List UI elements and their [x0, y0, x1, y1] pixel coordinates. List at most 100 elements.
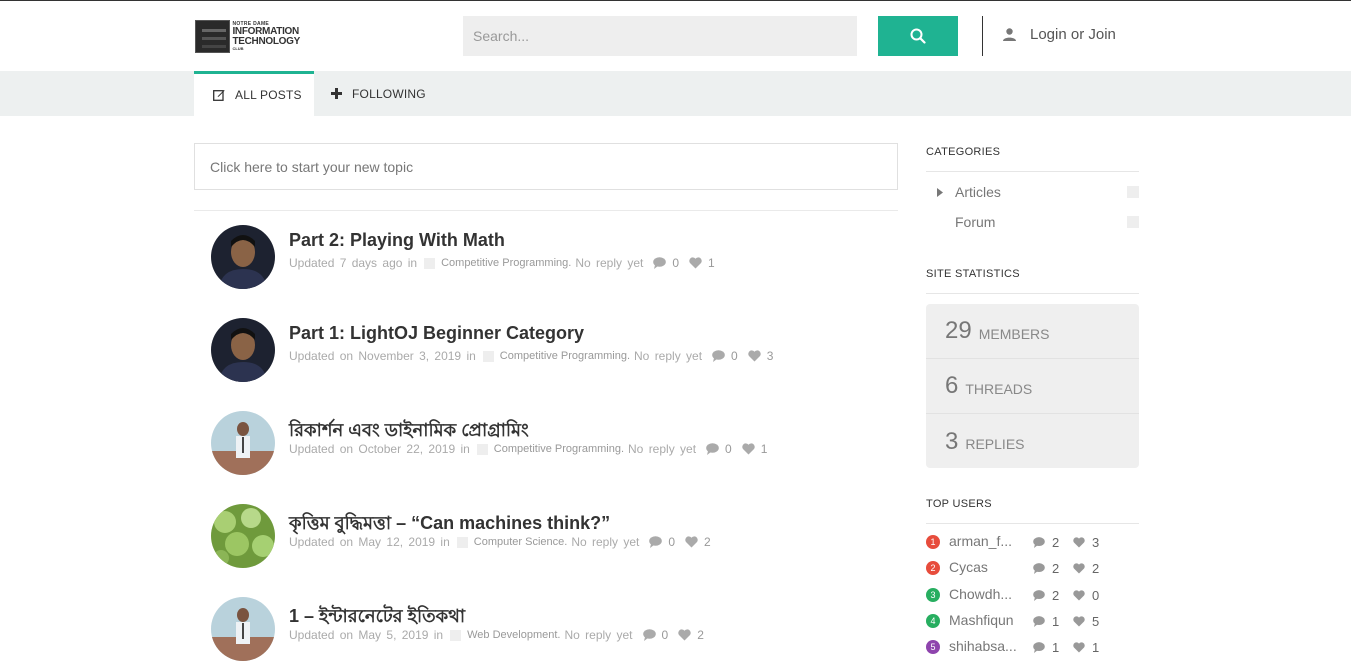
heart-icon — [1073, 563, 1085, 574]
post-category[interactable]: Web Development. — [467, 629, 560, 641]
site-stats-box: 29 MEMBERS 6 THREADS 3 REPLIES — [926, 304, 1139, 468]
rank-badge: 5 — [926, 640, 940, 654]
user-like-count: 3 — [1073, 535, 1099, 550]
avatar[interactable] — [211, 318, 275, 382]
login-label: Login or Join — [1030, 26, 1116, 43]
search-input[interactable] — [463, 16, 857, 56]
comment-icon — [649, 536, 663, 548]
rank-badge: 4 — [926, 614, 940, 628]
post-category[interactable]: Competitive Programming. — [500, 350, 630, 362]
category-color-box — [1127, 186, 1139, 198]
stat-threads: 6 THREADS — [926, 359, 1139, 414]
comment-count: 0 — [712, 349, 738, 363]
stat-replies: 3 REPLIES — [945, 427, 1025, 455]
avatar[interactable] — [211, 411, 275, 475]
comment-count: 0 — [642, 628, 668, 642]
post-item[interactable]: Part 1: LightOJ Beginner Category Update… — [211, 318, 891, 384]
category-forum[interactable]: Forum — [937, 214, 1139, 230]
heart-icon — [1073, 642, 1085, 653]
categories-heading: CATEGORIES — [926, 146, 1001, 158]
comment-count: 0 — [706, 442, 732, 456]
heart-icon — [748, 350, 761, 362]
caret-right-icon[interactable] — [937, 184, 947, 200]
comment-count: 0 — [649, 535, 675, 549]
post-item[interactable]: রিকার্শন এবং ডাইনামিক প্রোগ্রামিং Update… — [211, 411, 891, 477]
category-color-box — [1127, 216, 1139, 228]
post-item[interactable]: Part 2: Playing With Math Updated 7 days… — [211, 225, 891, 291]
user-like-count: 2 — [1073, 561, 1099, 576]
tab-bar: ALL POSTS FOLLOWING — [0, 71, 1351, 116]
heart-icon — [678, 629, 691, 641]
comment-icon — [642, 629, 656, 641]
logo-mark — [195, 20, 231, 53]
stat-members: 29 MEMBERS — [926, 304, 1139, 359]
post-meta: Updated on May 12, 2019 in Computer Scie… — [289, 535, 711, 549]
like-count: 2 — [678, 628, 704, 642]
comment-icon — [706, 443, 719, 455]
login-link[interactable]: Login or Join — [1002, 26, 1116, 43]
top-user-row: 4 Mashfiqun 1 5 — [926, 612, 1139, 632]
category-color-box — [450, 629, 462, 641]
header-divider — [982, 16, 983, 56]
comment-icon — [653, 257, 667, 269]
post-title[interactable]: Part 1: LightOJ Beginner Category — [289, 323, 584, 344]
heart-icon — [1073, 537, 1085, 548]
user-comment-count: 2 — [1033, 588, 1059, 603]
category-color-box — [456, 536, 468, 548]
rank-badge: 3 — [926, 588, 940, 602]
tab-all-posts[interactable]: ALL POSTS — [194, 71, 314, 116]
comment-icon — [1033, 563, 1045, 574]
like-count: 1 — [742, 442, 767, 456]
post-meta: Updated on November 3, 2019 in Competiti… — [289, 349, 774, 363]
post-category[interactable]: Competitive Programming. — [494, 443, 624, 455]
user-name[interactable]: Mashfiqun — [949, 612, 1014, 628]
new-topic-input[interactable]: Click here to start your new topic — [194, 143, 898, 190]
user-like-count: 0 — [1073, 588, 1099, 603]
heart-icon — [1073, 616, 1085, 627]
user-comment-count: 1 — [1033, 640, 1059, 655]
category-color-box — [424, 257, 436, 269]
post-title[interactable]: Part 2: Playing With Math — [289, 230, 505, 251]
category-color-box — [482, 350, 494, 362]
user-name[interactable]: arman_f... — [949, 533, 1012, 549]
heart-icon — [685, 536, 698, 548]
divider — [926, 523, 1139, 524]
user-name[interactable]: Cycas — [949, 559, 988, 575]
top-users-heading: TOP USERS — [926, 498, 992, 510]
tab-following[interactable]: FOLLOWING — [331, 71, 426, 116]
avatar[interactable] — [211, 504, 275, 568]
divider — [926, 293, 1139, 294]
edit-icon — [213, 89, 225, 101]
post-category[interactable]: Computer Science. — [474, 536, 568, 548]
search-button[interactable] — [878, 16, 958, 56]
rank-badge: 2 — [926, 561, 940, 575]
heart-icon — [742, 443, 755, 455]
divider — [194, 210, 898, 211]
comment-count: 0 — [653, 256, 679, 270]
heart-icon — [1073, 590, 1085, 601]
user-comment-count: 1 — [1033, 614, 1059, 629]
post-item[interactable]: কৃত্তিম বুদ্ধিমত্তা – “Can machines thin… — [211, 504, 891, 570]
rank-badge: 1 — [926, 535, 940, 549]
comment-icon — [712, 350, 725, 362]
top-user-row: 5 shihabsa... 1 1 — [926, 638, 1139, 658]
like-count: 3 — [748, 349, 773, 363]
post-category[interactable]: Competitive Programming. — [441, 257, 571, 269]
stats-heading: SITE STATISTICS — [926, 268, 1020, 280]
post-meta: Updated 7 days ago in Competitive Progra… — [289, 256, 715, 270]
user-icon — [1003, 28, 1016, 41]
user-name[interactable]: Chowdh... — [949, 586, 1012, 602]
user-comment-count: 2 — [1033, 561, 1059, 576]
avatar[interactable] — [211, 597, 275, 661]
avatar[interactable] — [211, 225, 275, 289]
search-icon — [910, 28, 926, 44]
post-item[interactable]: 1 – ইন্টারনেটের ইতিকথা Updated on May 5,… — [211, 597, 891, 663]
comment-icon — [1033, 537, 1045, 548]
site-logo[interactable]: NOTRE DAME INFORMATION TECHNOLOGY CLUB — [195, 20, 300, 53]
comment-icon — [1033, 616, 1045, 627]
like-count: 1 — [689, 256, 715, 270]
top-user-row: 2 Cycas 2 2 — [926, 559, 1139, 579]
user-name[interactable]: shihabsa... — [949, 638, 1017, 654]
user-comment-count: 2 — [1033, 535, 1059, 550]
category-articles[interactable]: Articles — [937, 184, 1139, 200]
